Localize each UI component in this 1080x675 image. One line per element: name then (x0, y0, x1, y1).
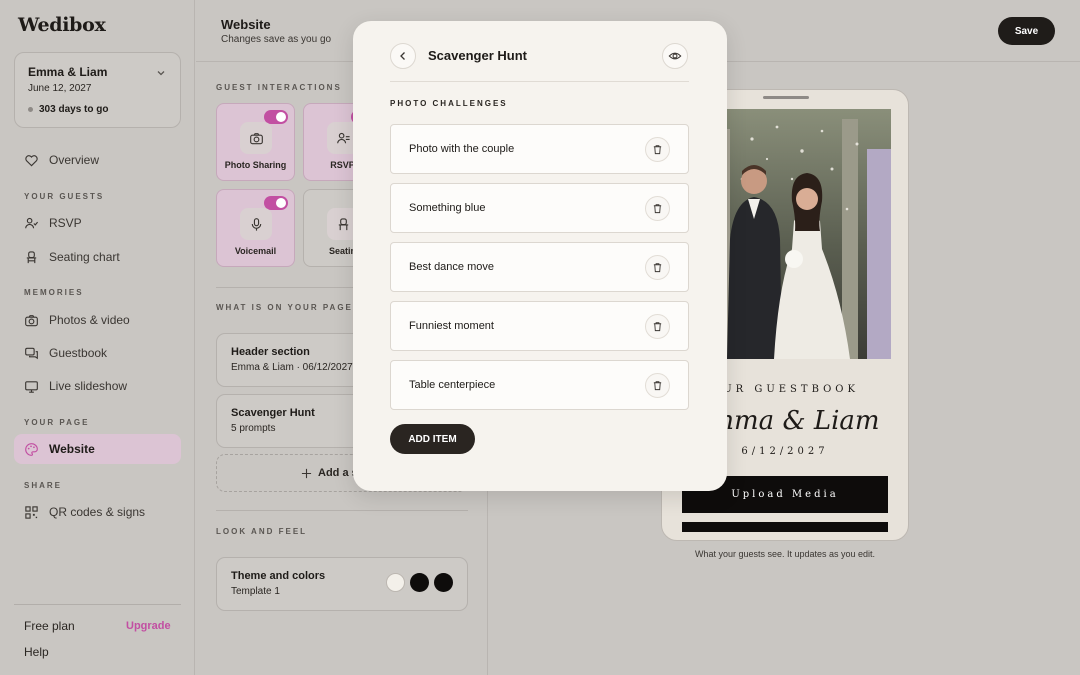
back-button[interactable] (390, 43, 416, 69)
delete-button[interactable] (645, 314, 670, 339)
sidebar-item-label: Website (49, 442, 95, 456)
sidebar-item-qr[interactable]: QR codes & signs (14, 497, 181, 527)
microphone-icon (240, 208, 272, 240)
sidebar-divider (14, 604, 181, 605)
modal-divider (390, 81, 689, 82)
section-card-title: Header section (231, 346, 310, 358)
heart-icon (25, 154, 38, 166)
color-swatch-black[interactable] (410, 573, 429, 592)
challenge-item[interactable]: Photo with the couple (390, 124, 689, 174)
scavenger-hunt-modal: Scavenger Hunt PHOTO CHALLENGES Photo wi… (353, 21, 727, 491)
sidebar-item-guestbook[interactable]: Guestbook (14, 338, 181, 368)
section-card-title: Theme and colors (231, 570, 326, 582)
sidebar-item-photos[interactable]: Photos & video (14, 305, 181, 335)
help-link[interactable]: Help (24, 645, 49, 659)
event-switcher[interactable]: Emma & Liam June 12, 2027 303 days to go (14, 52, 181, 128)
sidebar-item-label: Photos & video (49, 313, 130, 327)
sidebar-item-label: RSVP (49, 216, 82, 230)
photo-challenges-heading: PHOTO CHALLENGES (390, 99, 508, 108)
sidebar-item-seating[interactable]: Seating chart (14, 242, 181, 272)
plus-icon (301, 468, 312, 478)
trash-icon (653, 263, 662, 273)
nav-section-memories: MEMORIES (24, 288, 84, 297)
sidebar-item-slideshow[interactable]: Live slideshow (14, 371, 181, 401)
sidebar-item-label: Overview (49, 153, 100, 167)
sidebar-item-overview[interactable]: Overview (14, 145, 181, 175)
sidebar: Wedibox Emma & Liam June 12, 2027 303 da… (0, 0, 195, 675)
trash-icon (653, 322, 662, 332)
sidebar-item-website[interactable]: Website (14, 434, 181, 464)
monitor-icon (25, 380, 38, 393)
nav-section-share: SHARE (24, 481, 63, 490)
preview-toggle-button[interactable] (662, 43, 688, 69)
add-item-button[interactable]: ADD ITEM (390, 424, 475, 454)
sidebar-item-label: Guestbook (49, 346, 108, 360)
challenge-text: Best dance move (409, 261, 494, 273)
phone-bottom-bar (682, 522, 888, 532)
app-logo[interactable]: Wedibox (18, 14, 106, 36)
challenge-text: Photo with the couple (409, 143, 515, 155)
sidebar-item-rsvp[interactable]: RSVP (14, 208, 181, 238)
save-button[interactable]: Save (998, 17, 1055, 45)
status-dot-icon (28, 107, 33, 112)
event-name: Emma & Liam (28, 65, 108, 79)
section-card-subtitle: 5 prompts (231, 423, 276, 434)
trash-icon (653, 381, 662, 391)
page-subtitle: Changes save as you go (221, 34, 332, 45)
challenge-item[interactable]: Funniest moment (390, 301, 689, 351)
nav-section-page: YOUR PAGE (24, 418, 90, 427)
section-card-theme[interactable]: Theme and colors Template 1 (216, 557, 468, 611)
challenge-item[interactable]: Best dance move (390, 242, 689, 292)
countdown-text: 303 days to go (39, 104, 109, 115)
tile-photo-sharing[interactable]: Photo Sharing (216, 103, 295, 181)
eye-icon (668, 52, 682, 60)
divider (216, 510, 468, 511)
qr-code-icon (25, 505, 38, 519)
challenge-item[interactable]: Table centerpiece (390, 360, 689, 410)
tile-label: Photo Sharing (224, 160, 287, 170)
event-date: June 12, 2027 (28, 83, 92, 94)
page-title: Website (221, 17, 271, 32)
challenge-text: Something blue (409, 202, 486, 214)
color-swatch-black-2[interactable] (434, 573, 453, 592)
section-guest-interactions: GUEST INTERACTIONS (216, 83, 342, 92)
trash-icon (653, 204, 662, 214)
delete-button[interactable] (645, 196, 670, 221)
sidebar-item-label: Live slideshow (49, 379, 128, 393)
rsvp-icon (25, 217, 39, 228)
modal-title: Scavenger Hunt (428, 48, 527, 63)
challenge-text: Table centerpiece (409, 379, 496, 391)
delete-button[interactable] (645, 373, 670, 398)
tile-label: Voicemail (234, 246, 277, 256)
chair-icon (26, 250, 37, 263)
phone-notch (763, 96, 809, 99)
sidebar-item-label: Seating chart (49, 250, 120, 264)
add-section-label: Add a s (318, 467, 358, 479)
trash-icon (653, 145, 662, 155)
delete-button[interactable] (645, 137, 670, 162)
color-swatch-cream[interactable] (386, 573, 405, 592)
sidebar-item-label: QR codes & signs (49, 505, 146, 519)
section-look-feel: LOOK AND FEEL (216, 527, 308, 536)
event-countdown: 303 days to go (28, 104, 108, 115)
camera-icon (240, 122, 272, 154)
plan-label: Free plan (24, 619, 75, 633)
section-card-title: Scavenger Hunt (231, 407, 315, 419)
section-card-subtitle: Emma & Liam · 06/12/2027 (231, 362, 353, 373)
chat-icon (25, 347, 38, 359)
chevron-left-icon (400, 52, 405, 60)
nav-section-guests: YOUR GUESTS (24, 192, 105, 201)
preview-caption: What your guests see. It updates as you … (694, 549, 876, 559)
section-page-content: WHAT IS ON YOUR PAGE (216, 303, 353, 312)
challenge-text: Funniest moment (409, 320, 494, 332)
chevron-down-icon (157, 71, 165, 76)
section-card-subtitle: Template 1 (231, 586, 280, 597)
tile-voicemail[interactable]: Voicemail (216, 189, 295, 267)
challenge-item[interactable]: Something blue (390, 183, 689, 233)
camera-icon (25, 314, 38, 326)
palette-icon (25, 442, 38, 456)
delete-button[interactable] (645, 255, 670, 280)
upgrade-link[interactable]: Upgrade (126, 620, 171, 632)
